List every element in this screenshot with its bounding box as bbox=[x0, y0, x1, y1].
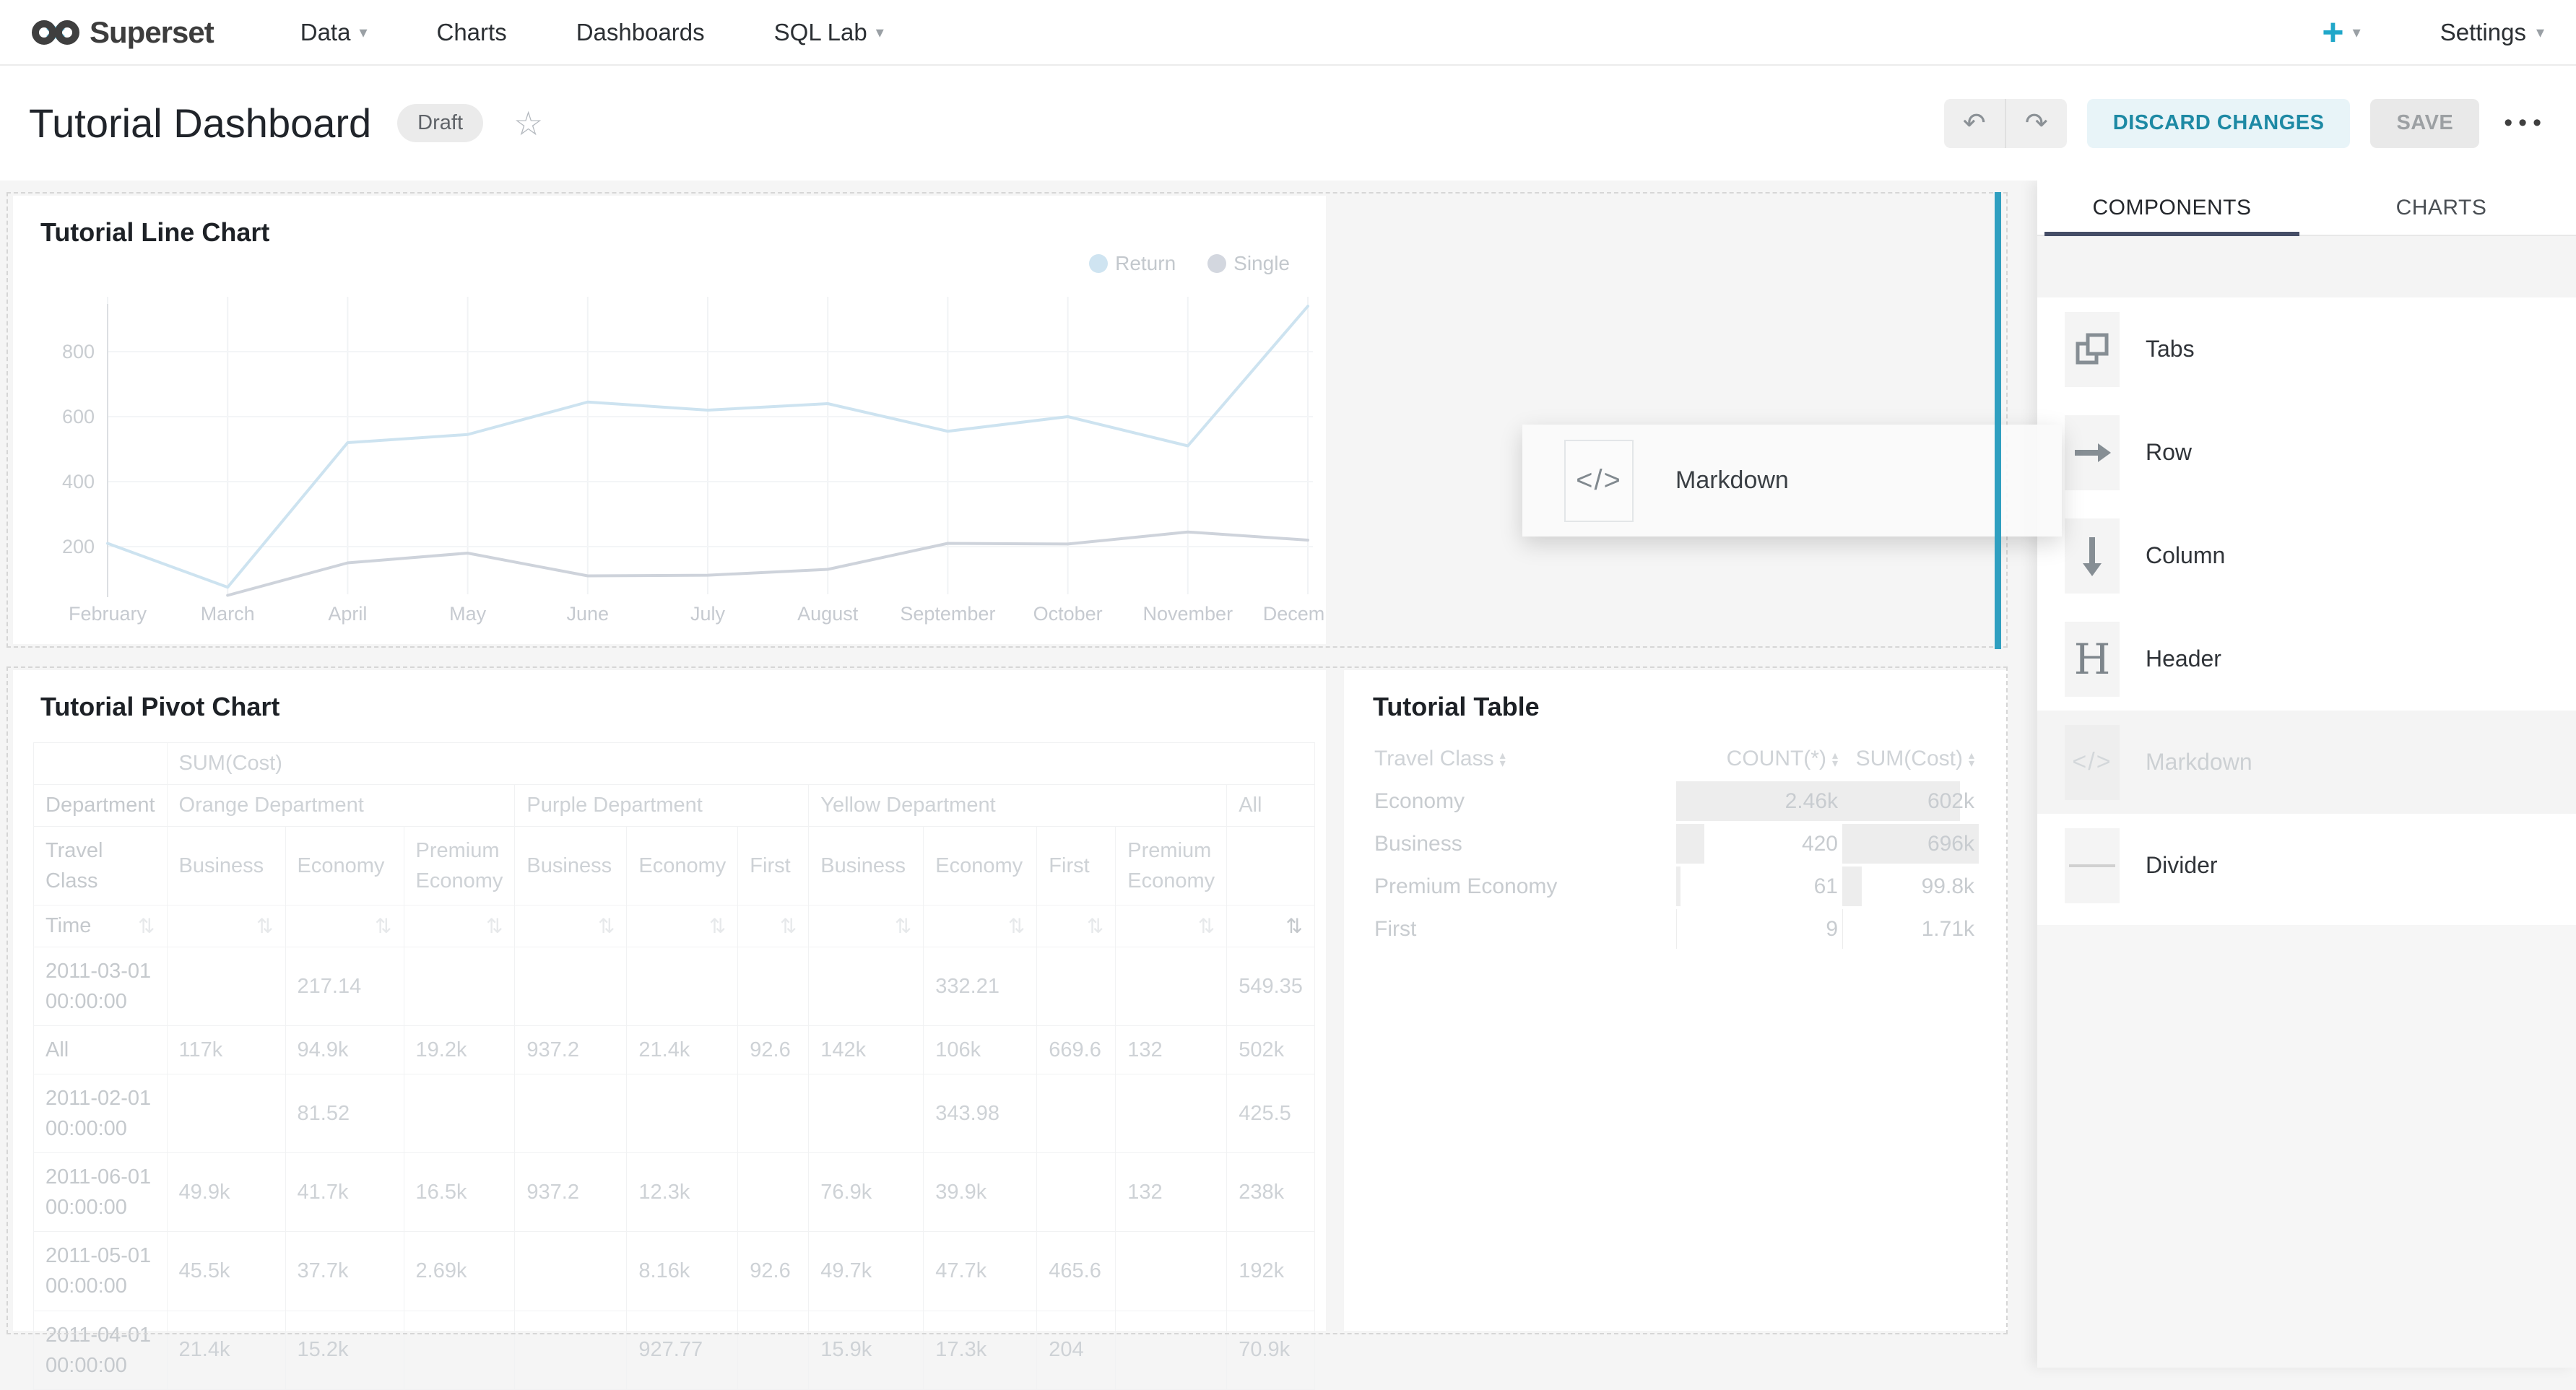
nav-item-label: Data bbox=[300, 19, 351, 46]
settings-label: Settings bbox=[2440, 19, 2526, 46]
redo-icon: ↷ bbox=[2025, 107, 2048, 139]
builder-sidebar: COMPONENTSCHARTS Tabs Row Column H Header </>… bbox=[2037, 181, 2576, 1368]
cell-value: 420 bbox=[1802, 832, 1838, 856]
column-arrow-icon bbox=[2065, 518, 2120, 594]
settings-menu[interactable]: Settings ▾ bbox=[2440, 19, 2544, 46]
sidebar-item-label: Divider bbox=[2146, 852, 2218, 879]
cell-value: 2.46k bbox=[1785, 789, 1838, 813]
superset-infinity-icon bbox=[32, 16, 79, 49]
draft-badge: Draft bbox=[397, 104, 483, 142]
sidebar-item-label: Markdown bbox=[2146, 749, 2252, 776]
nav-menu: Data ▾ Charts Dashboards SQL Lab ▾ bbox=[300, 19, 884, 46]
cell-value: 1.71k bbox=[1922, 917, 1974, 941]
sidebar-tab-strip bbox=[2037, 236, 2576, 297]
row-arrow-icon bbox=[2065, 415, 2120, 490]
undo-button[interactable]: ↶ bbox=[1944, 99, 2006, 148]
sidebar-item-divider[interactable]: Divider bbox=[2037, 814, 2576, 917]
undo-icon: ↶ bbox=[1963, 107, 1986, 139]
sidebar-item-header[interactable]: H Header bbox=[2037, 607, 2576, 711]
header-icon: H bbox=[2065, 622, 2120, 697]
page-title[interactable]: Tutorial Dashboard bbox=[29, 100, 371, 147]
dashboard-row-2 bbox=[6, 666, 2008, 1334]
new-item-button[interactable]: + ▾ bbox=[2322, 14, 2360, 51]
tabs-icon bbox=[2065, 312, 2120, 387]
plus-icon: + bbox=[2322, 14, 2343, 51]
cell-value: 99.8k bbox=[1922, 874, 1974, 898]
dragged-markdown-card[interactable]: </> Markdown bbox=[1522, 425, 2062, 537]
chevron-down-icon: ▾ bbox=[2536, 23, 2544, 42]
top-navbar: Superset Data ▾ Charts Dashboards SQL Lab ▾ +… bbox=[0, 0, 2576, 66]
nav-item-data[interactable]: Data ▾ bbox=[300, 19, 368, 46]
cell-value: 9 bbox=[1826, 917, 1838, 941]
nav-item-label: Charts bbox=[437, 19, 507, 46]
cell-value: 696k bbox=[1927, 832, 1974, 856]
nav-item-charts[interactable]: Charts bbox=[437, 19, 507, 46]
sidebar-item-label: Row bbox=[2146, 439, 2192, 466]
tab-components[interactable]: COMPONENTS bbox=[2037, 181, 2307, 235]
sidebar-item-column[interactable]: Column bbox=[2037, 504, 2576, 607]
cell-value: 602k bbox=[1927, 789, 1974, 813]
nav-item-sql-lab[interactable]: SQL Lab ▾ bbox=[774, 19, 884, 46]
redo-button[interactable]: ↷ bbox=[2006, 99, 2067, 148]
sidebar-item-tabs[interactable]: Tabs bbox=[2037, 297, 2576, 401]
chevron-down-icon: ▾ bbox=[359, 23, 367, 42]
sidebar-item-row[interactable]: Row bbox=[2037, 401, 2576, 504]
markdown-code-icon: </> bbox=[1564, 440, 1634, 522]
chevron-down-icon: ▾ bbox=[876, 23, 884, 42]
sidebar-item-label: Header bbox=[2146, 646, 2221, 672]
save-button[interactable]: SAVE bbox=[2370, 99, 2479, 148]
nav-item-label: SQL Lab bbox=[774, 19, 867, 46]
cell-value: 61 bbox=[1814, 874, 1838, 898]
nav-item-label: Dashboards bbox=[576, 19, 705, 46]
superset-logo[interactable]: Superset bbox=[32, 15, 214, 50]
component-list: Tabs Row Column H Header </> Markdown Divider bbox=[2037, 297, 2576, 917]
sidebar-item-markdown[interactable]: </> Markdown bbox=[2037, 711, 2576, 814]
divider-icon bbox=[2065, 828, 2120, 903]
dashboard-row-1 bbox=[6, 192, 2008, 648]
sidebar-tabs: COMPONENTSCHARTS bbox=[2037, 181, 2576, 236]
dragged-card-label: Markdown bbox=[1675, 466, 1789, 495]
tab-charts[interactable]: CHARTS bbox=[2307, 181, 2576, 235]
sidebar-item-label: Column bbox=[2146, 542, 2225, 569]
markdown-code-icon: </> bbox=[2065, 725, 2120, 800]
more-options-button[interactable]: ••• bbox=[2499, 109, 2547, 137]
chevron-down-icon: ▾ bbox=[2353, 23, 2361, 42]
dashboard-header: Tutorial Dashboard Draft ☆ ↶ ↷ DISCARD C… bbox=[0, 66, 2576, 181]
drop-indicator-line bbox=[1995, 192, 2001, 649]
favorite-star-icon[interactable]: ☆ bbox=[513, 104, 543, 143]
nav-item-dashboards[interactable]: Dashboards bbox=[576, 19, 705, 46]
sidebar-item-label: Tabs bbox=[2146, 336, 2195, 362]
discard-changes-button[interactable]: DISCARD CHANGES bbox=[2087, 99, 2351, 148]
brand-name: Superset bbox=[90, 15, 214, 50]
